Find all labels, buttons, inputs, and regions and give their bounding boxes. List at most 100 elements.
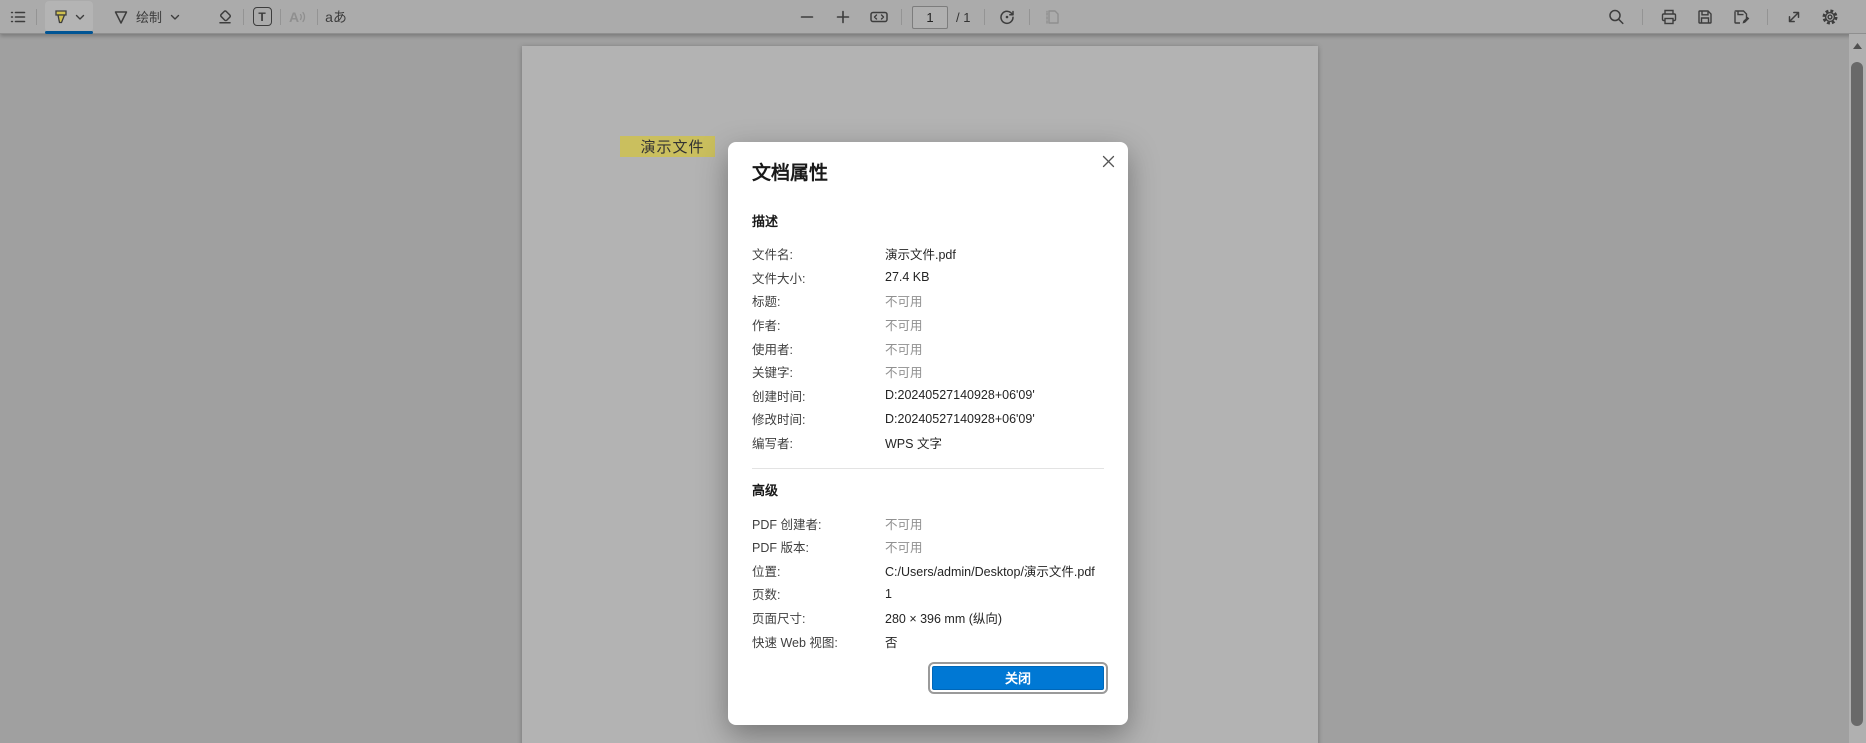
save-as-button[interactable] (1727, 3, 1755, 31)
property-value: C:/Users/admin/Desktop/演示文件.pdf (885, 564, 1095, 579)
property-row: 页面尺寸: 280 × 396 mm (纵向) (752, 606, 1104, 630)
chevron-down-icon (72, 9, 88, 25)
property-row: 文件大小: 27.4 KB (752, 266, 1104, 290)
property-row: 作者: 不可用 (752, 313, 1104, 337)
vertical-scrollbar[interactable] (1849, 34, 1866, 743)
property-value: WPS 文字 (885, 437, 942, 452)
highlighter-tool-button[interactable] (45, 1, 93, 34)
toolbar-divider (243, 8, 245, 25)
description-section-header: 描述 (752, 214, 779, 229)
property-value: D:20240527140928+06'09' (885, 411, 1035, 426)
fit-width-icon (868, 7, 890, 27)
property-row: 修改时间: D:20240527140928+06'09' (752, 407, 1104, 431)
save-as-icon (1731, 7, 1751, 27)
dialog-close-button[interactable] (1096, 152, 1120, 176)
property-label: 创建时间: (752, 389, 806, 404)
table-of-contents-button[interactable] (4, 3, 32, 31)
translate-icon: aあ (325, 8, 347, 25)
advanced-rows: PDF 创建者: 不可用 PDF 版本: 不可用位置: C:/Users/admin/D… (752, 511, 1104, 653)
toolbar-center-group: / 1 (793, 0, 1066, 34)
property-label: 编写者: (752, 437, 793, 452)
toolbar-left-group: 绘制 T A aあ (0, 0, 350, 34)
toolbar-divider (901, 9, 902, 25)
property-label: 快速 Web 视图: (752, 635, 838, 650)
document-properties-dialog: 文档属性 描述 文件名: 演示文件.pdf 文件大小: 27.4 KB 标题: 不可用 作者… (728, 142, 1128, 725)
print-button[interactable] (1655, 3, 1683, 31)
property-label: PDF 版本: (752, 541, 809, 556)
plus-icon (833, 7, 853, 27)
scrollbar-up-arrow-icon[interactable] (1849, 42, 1866, 54)
property-row: 创建时间: D:20240527140928+06'09' (752, 384, 1104, 408)
property-label: PDF 创建者: (752, 517, 822, 532)
eraser-button[interactable] (211, 3, 239, 31)
zoom-out-button[interactable] (793, 3, 821, 31)
highlighter-icon (50, 6, 72, 28)
property-row: 页数: 1 (752, 582, 1104, 606)
read-aloud-icon: A (289, 9, 309, 25)
page-view-button[interactable] (1038, 3, 1066, 31)
property-row: 快速 Web 视图: 否 (752, 629, 1104, 653)
property-label: 作者: (752, 319, 781, 334)
search-button[interactable] (1602, 3, 1630, 31)
property-label: 使用者: (752, 342, 793, 357)
translate-button[interactable]: aあ (322, 3, 350, 31)
pen-nib-icon (111, 7, 131, 27)
close-dialog-button[interactable]: 关闭 (928, 661, 1108, 694)
property-value: 不可用 (885, 541, 923, 556)
description-rows: 文件名: 演示文件.pdf 文件大小: 27.4 KB 标题: 不可用 作者: 不可用 使用者:… (752, 242, 1104, 454)
search-icon (1606, 7, 1626, 27)
property-row: 关键字: 不可用 (752, 360, 1104, 384)
pdf-toolbar: 绘制 T A aあ 1 / 1 (0, 0, 1866, 34)
settings-button[interactable] (1816, 3, 1844, 31)
fullscreen-button[interactable] (1780, 3, 1808, 31)
rotate-button[interactable] (993, 3, 1021, 31)
property-label: 文件大小: (752, 271, 806, 286)
property-label: 关键字: (752, 366, 793, 381)
page-number-input[interactable] (912, 5, 948, 29)
property-row: 标题: 不可用 (752, 289, 1104, 313)
dialog-title: 文档属性 (752, 163, 829, 184)
toolbar-divider (36, 8, 37, 25)
property-row: PDF 版本: 不可用 (752, 535, 1104, 559)
printer-icon (1659, 7, 1679, 27)
eraser-icon (215, 7, 235, 27)
save-button[interactable] (1691, 3, 1719, 31)
property-value: 否 (885, 635, 898, 650)
page-view-icon (1042, 7, 1062, 27)
property-row: 文件名: 演示文件.pdf (752, 242, 1104, 266)
property-label: 修改时间: (752, 413, 806, 428)
zoom-in-button[interactable] (829, 3, 857, 31)
gear-icon (1820, 7, 1840, 27)
fullscreen-icon (1784, 7, 1804, 27)
property-value: 不可用 (885, 295, 923, 310)
minus-icon (797, 7, 817, 27)
chevron-down-icon (167, 9, 183, 25)
add-text-button[interactable]: T (248, 3, 276, 31)
fit-to-width-button[interactable] (865, 3, 893, 31)
property-row: PDF 创建者: 不可用 (752, 511, 1104, 535)
property-value: 不可用 (885, 319, 923, 334)
save-icon (1695, 7, 1715, 27)
property-label: 标题: (752, 295, 781, 310)
close-icon (1101, 154, 1116, 174)
property-value: 1 (885, 586, 892, 601)
property-value: 不可用 (885, 366, 923, 381)
toolbar-right-group (1602, 0, 1844, 34)
draw-tool-button[interactable]: 绘制 (111, 7, 183, 27)
property-value: 280 × 396 mm (纵向) (885, 612, 1003, 627)
property-row: 位置: C:/Users/admin/Desktop/演示文件.pdf (752, 559, 1104, 583)
scrollbar-thumb[interactable] (1851, 62, 1863, 726)
property-value: 27.4 KB (885, 270, 930, 285)
property-label: 文件名: (752, 248, 793, 263)
property-label: 位置: (752, 564, 781, 579)
toolbar-divider (1642, 9, 1643, 25)
text-box-icon: T (252, 7, 272, 26)
toolbar-divider (1767, 9, 1768, 25)
toolbar-divider (1029, 9, 1031, 25)
property-value: D:20240527140928+06'09' (885, 388, 1035, 403)
property-row: 编写者: WPS 文字 (752, 431, 1104, 455)
property-value: 不可用 (885, 517, 923, 532)
read-aloud-button[interactable]: A (285, 3, 313, 31)
highlight-annotation[interactable]: 演示文件 (620, 136, 715, 157)
draw-tool-label: 绘制 (136, 10, 163, 25)
